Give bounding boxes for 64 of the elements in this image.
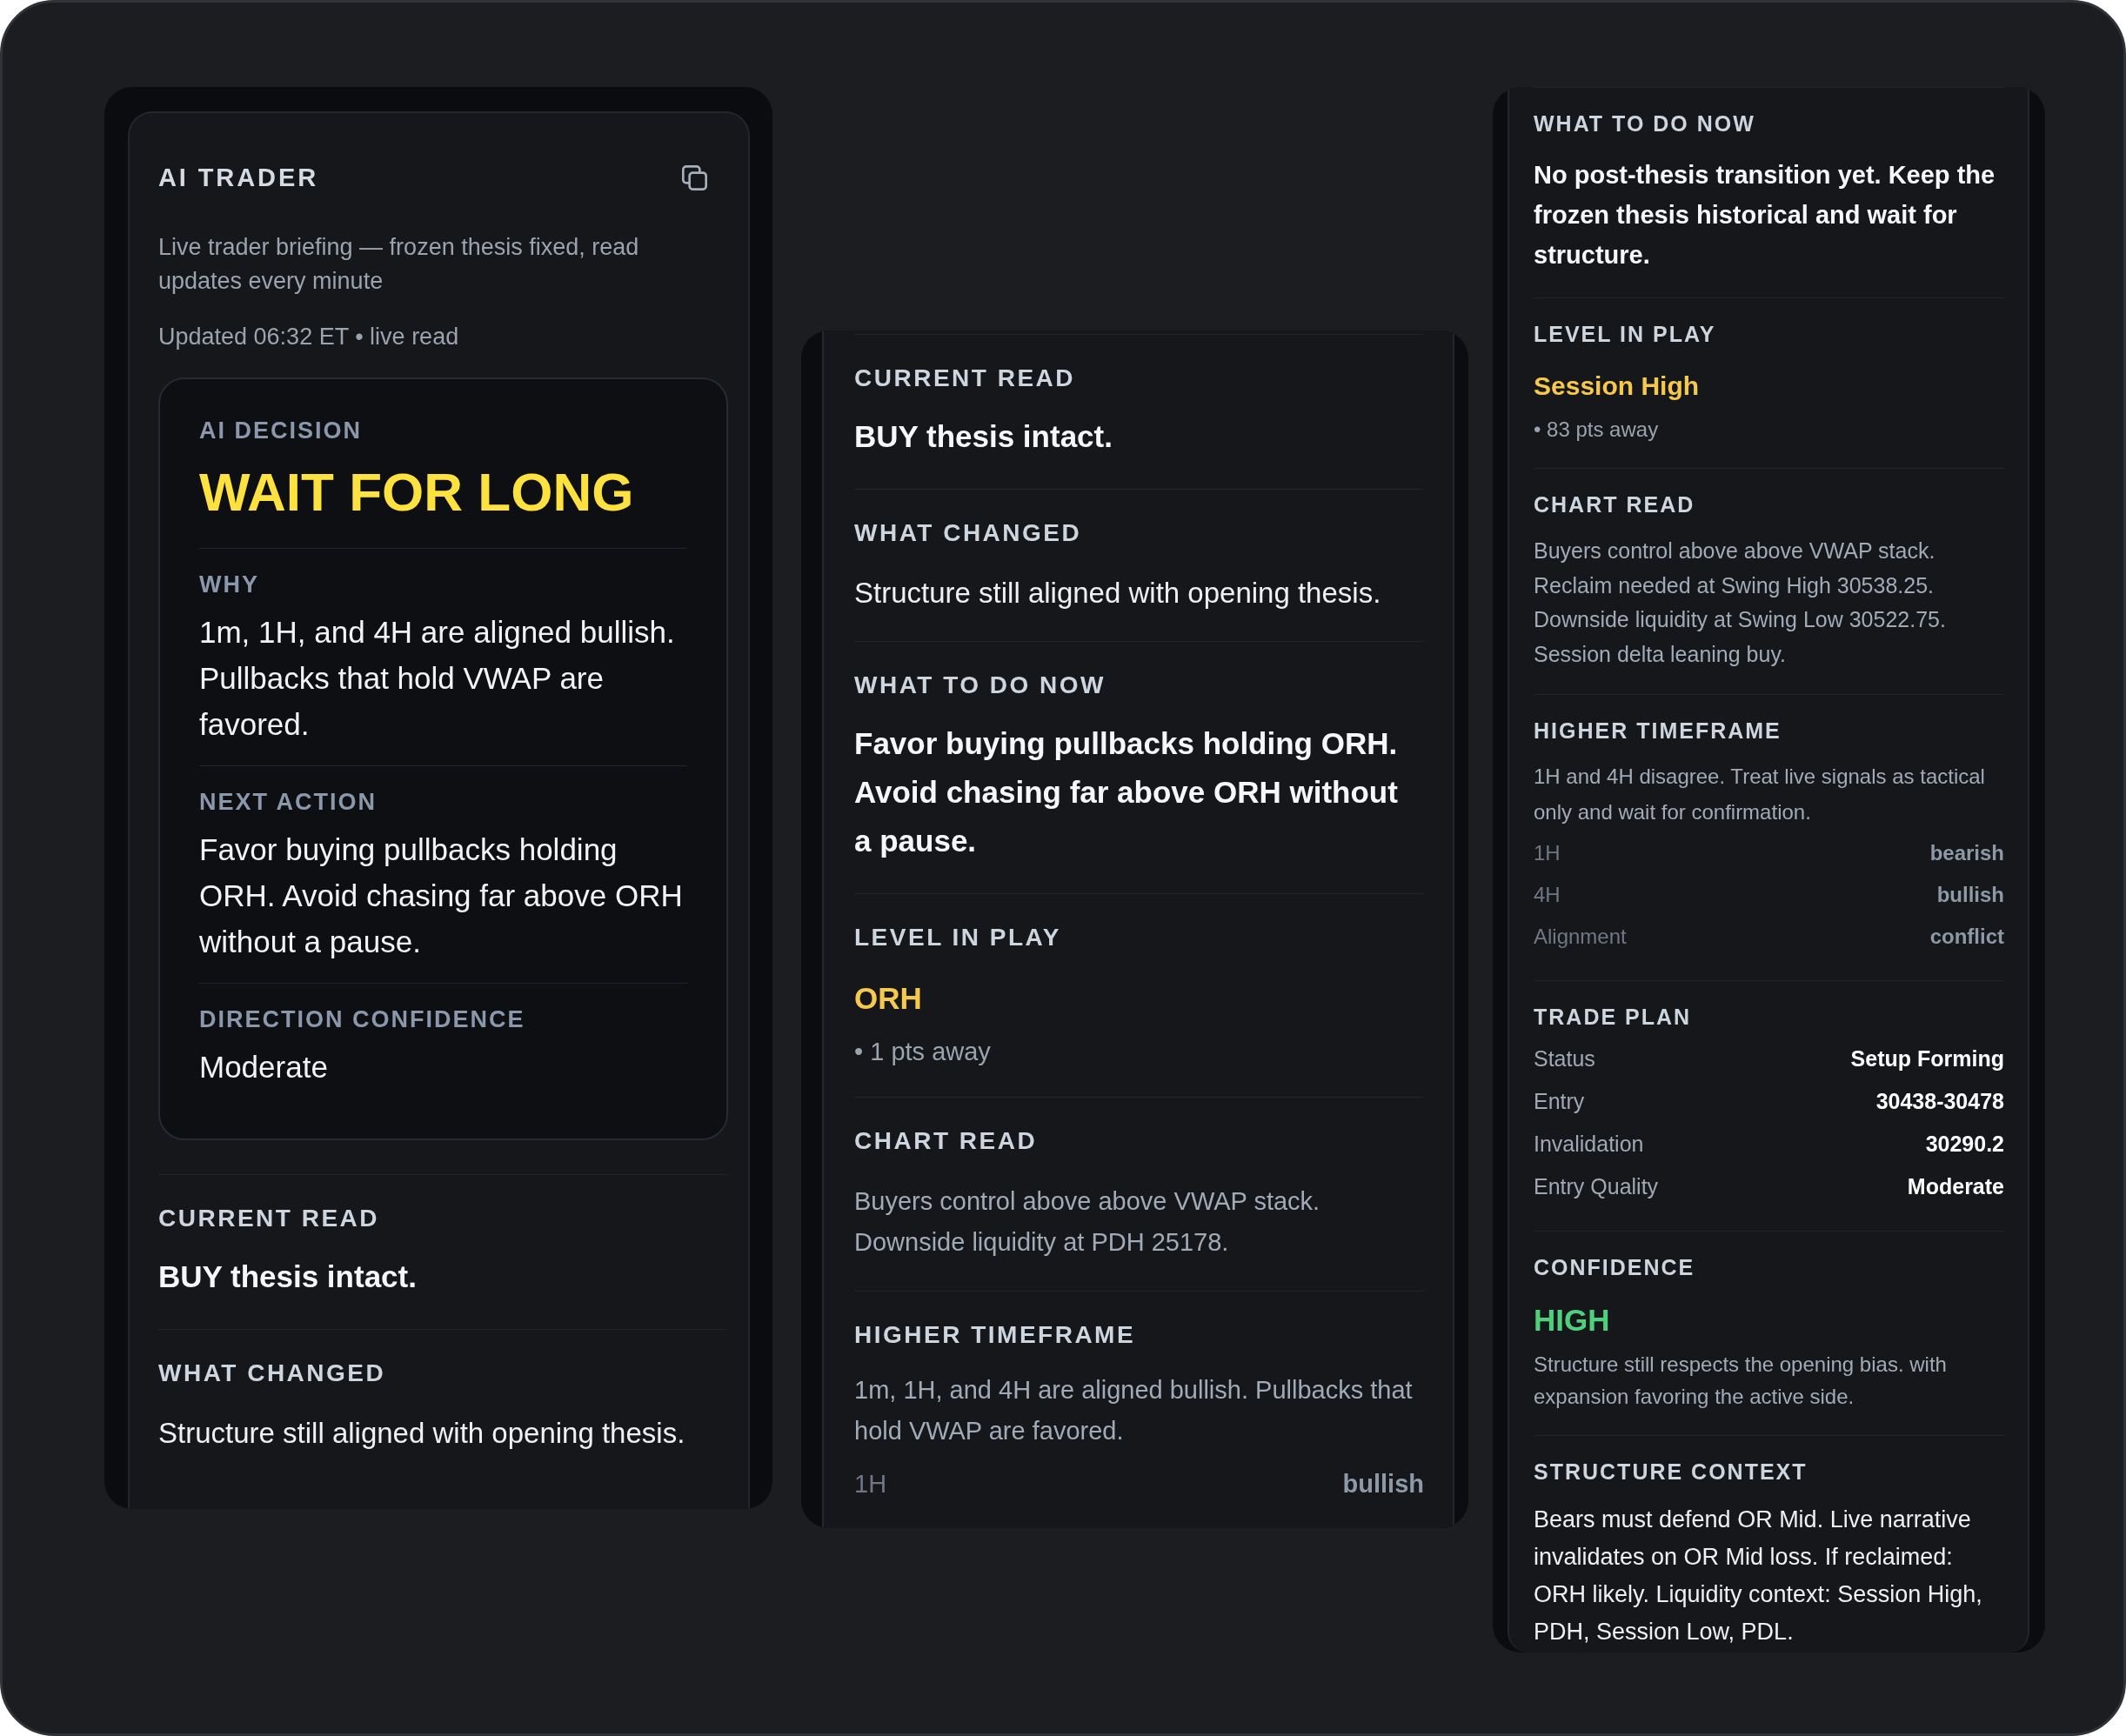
section-heading: CHART READ	[1534, 491, 1696, 518]
section-heading: LEVEL IN PLAY	[1534, 321, 1717, 348]
section-heading: CHART READ	[854, 1126, 1039, 1156]
body-text: Bears must defend OR Mid. Live narrative invalidates on OR Mid loss. If reclaimed: ORH likely. Liquidity context: Session High, PDH, Session Low, PDL.	[1534, 1506, 1983, 1646]
detail-text: Structure still respects the opening bias. with expansion favoring the active side.	[1534, 1352, 1948, 1410]
plan-value: Setup Forming	[1850, 1045, 2004, 1072]
panel-title: AI TRADER	[158, 163, 318, 193]
section-heading: WHAT CHANGED	[854, 518, 1083, 548]
level-name: ORH	[854, 980, 923, 1017]
detail-text: 1m, 1H, and 4H are aligned bullish. Pullbacks that hold VWAP are favored.	[854, 1375, 1414, 1446]
briefing-subtitle: Live trader briefing — frozen thesis fixed, read updates every minute	[158, 233, 640, 296]
field-text: Favor buying pullbacks holding ORH. Avoid chasing far above ORH without a pause.	[199, 831, 684, 960]
field-text: 1m, 1H, and 4H are aligned bullish. Pullbacks that hold VWAP are favored.	[199, 614, 676, 743]
section-heading: STRUCTURE CONTEXT	[1534, 1459, 1808, 1486]
update-time-text: Updated 06:32 ET • live read	[158, 323, 460, 351]
section-heading: WHAT TO DO NOW	[1534, 110, 1756, 137]
timeframe-label: Alignment	[1534, 924, 1627, 950]
section-heading: HIGHER TIMEFRAME	[1534, 718, 1782, 744]
trend-value: bullish	[1936, 882, 2004, 908]
distance-note: • 1 pts away	[854, 1037, 992, 1067]
trend-value: bullish	[1342, 1469, 1424, 1499]
summary-text: BUY thesis intact.	[854, 418, 1113, 455]
copy-icon[interactable]	[682, 164, 707, 190]
chart-note-line: Buyers control above above VWAP stack.	[1534, 537, 1936, 564]
plan-value: 30438-30478	[1875, 1088, 2004, 1115]
plan-label: Entry Quality	[1534, 1173, 1659, 1200]
timeframe-label: 4H	[1534, 882, 1561, 908]
timeframe-label: 1H	[854, 1469, 887, 1499]
section-heading: WHAT CHANGED	[158, 1359, 387, 1388]
section-heading: WHAT TO DO NOW	[854, 671, 1107, 700]
chart-note-line: Reclaim needed at Swing High 30538.25.	[1534, 571, 1935, 599]
field-label: NEXT ACTION	[199, 788, 378, 817]
summary-text: BUY thesis intact.	[158, 1259, 418, 1295]
plan-label: Invalidation	[1534, 1131, 1644, 1158]
confidence-rating: HIGH	[1534, 1302, 1611, 1339]
section-heading: CURRENT READ	[158, 1204, 380, 1233]
timeframe-label: 1H	[1534, 840, 1561, 866]
summary-text: Favor buying pullbacks holding ORH. Avoid chasing far above ORH without a pause.	[854, 725, 1399, 859]
body-text: Structure still aligned with opening thesis.	[158, 1416, 686, 1451]
section-heading: HIGHER TIMEFRAME	[854, 1320, 1137, 1350]
section-heading: CONFIDENCE	[1534, 1254, 1696, 1281]
decision-value: WAIT FOR LONG	[199, 462, 635, 523]
section-heading: CURRENT READ	[854, 364, 1076, 393]
trend-value: conflict	[1929, 924, 2004, 950]
plan-label: Status	[1534, 1045, 1595, 1072]
plan-label: Entry	[1534, 1088, 1585, 1115]
summary-text: No post-thesis transition yet. Keep the frozen thesis historical and wait for structure.	[1534, 160, 1996, 270]
decision-label: AI DECISION	[199, 417, 364, 445]
field-label: WHY	[199, 571, 260, 599]
field-label: DIRECTION CONFIDENCE	[199, 1005, 526, 1034]
plan-value: 30290.2	[1925, 1131, 2004, 1158]
trend-value: bearish	[1929, 840, 2004, 866]
body-text: Structure still aligned with opening thesis.	[854, 576, 1382, 611]
plan-value: Moderate	[1907, 1173, 2004, 1200]
section-heading: LEVEL IN PLAY	[854, 923, 1062, 952]
detail-text: 1H and 4H disagree. Treat live signals as tactical only and wait for confirmation.	[1534, 764, 1986, 825]
chart-note-line: Downside liquidity at Swing Low 30522.75.	[1534, 606, 1947, 633]
chart-note-line: Session delta leaning buy.	[1534, 640, 1787, 668]
section-heading: TRADE PLAN	[1534, 1004, 1693, 1031]
field-text: Moderate	[199, 1049, 329, 1085]
level-name: Session High	[1534, 371, 1701, 402]
chart-note-line: Downside liquidity at PDH 25178.	[854, 1227, 1230, 1258]
chart-note-line: Buyers control above above VWAP stack.	[854, 1186, 1321, 1217]
distance-note: • 83 pts away	[1534, 417, 1660, 443]
